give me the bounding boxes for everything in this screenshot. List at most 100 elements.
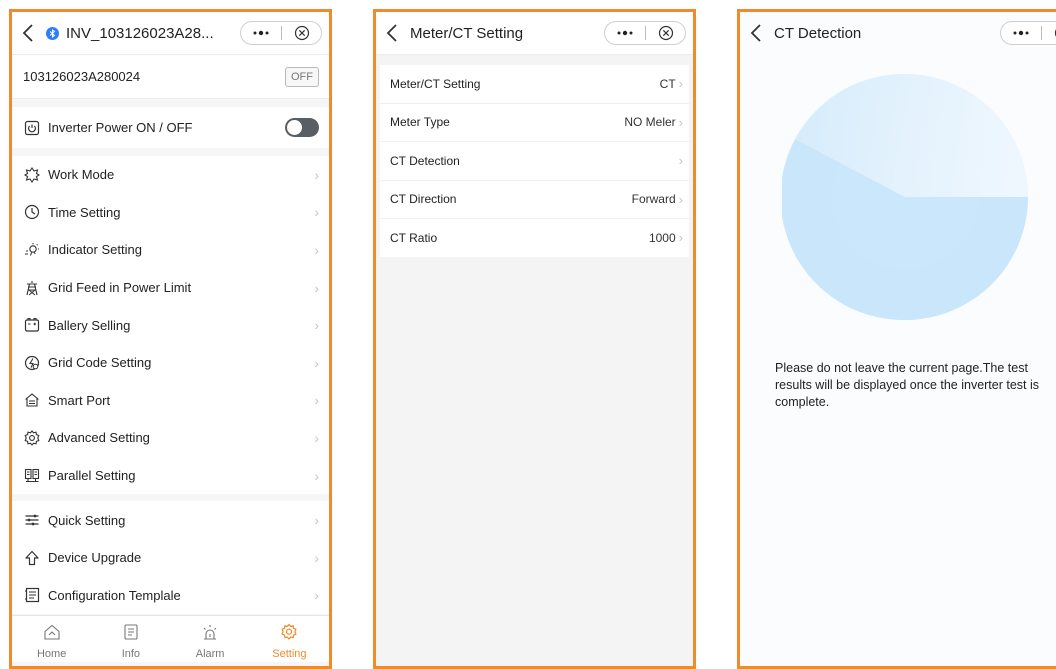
setting-label: CT Ratio	[390, 230, 438, 245]
gridcode-icon	[23, 354, 41, 372]
menu-item-device-upgrade[interactable]: Device Upgrade ›	[12, 539, 329, 577]
chevron-right-icon: ›	[314, 354, 319, 371]
setting-label: CT Direction	[390, 192, 457, 207]
menu-item-configuration-template[interactable]: Configuration Templale ›	[12, 577, 329, 615]
chevron-right-icon: ›	[314, 279, 319, 296]
menu-item-label: Indicator Setting	[48, 242, 142, 258]
clock-icon	[23, 203, 41, 221]
bluetooth-icon	[46, 26, 59, 40]
home-icon	[43, 623, 61, 646]
setting-value: NO Meler	[624, 115, 676, 130]
chevron-right-icon: ›	[314, 166, 319, 183]
setting-value: CT	[659, 76, 676, 91]
ct-detection-message: Please do not leave the current page.The…	[775, 361, 1040, 409]
tab-label: Alarm	[195, 648, 225, 660]
top-bar: INV_103126023A28...	[12, 12, 329, 55]
menu-item-label: Work Mode	[48, 167, 115, 183]
mini-program-capsule	[1000, 21, 1056, 45]
tab-label: Info	[121, 648, 141, 660]
setting-icon	[280, 623, 298, 646]
setting-label: Meter/CT Setting	[390, 76, 481, 91]
back-arrow-icon[interactable]	[22, 20, 44, 46]
tab-alarm[interactable]: Alarm	[171, 616, 250, 662]
settings-menu-secondary: Quick Setting › Device Upgrade › Configu…	[12, 501, 329, 615]
menu-item-work-mode[interactable]: Work Mode ›	[12, 156, 329, 194]
chevron-right-icon: ›	[678, 191, 683, 207]
setting-row-ct-ratio[interactable]: CT Ratio 1000 ›	[380, 219, 689, 257]
tab-setting[interactable]: Setting	[250, 616, 329, 662]
close-icon[interactable]	[1042, 25, 1056, 41]
back-arrow-icon[interactable]	[386, 20, 408, 46]
menu-item-smart-port[interactable]: Smart Port ›	[12, 382, 329, 420]
chevron-right-icon: ›	[314, 549, 319, 566]
setting-row-meter-type[interactable]: Meter Type NO Meler ›	[380, 104, 689, 142]
menu-item-advanced-setting[interactable]: Advanced Setting ›	[12, 419, 329, 457]
back-arrow-icon[interactable]	[750, 20, 772, 46]
chevron-right-icon: ›	[678, 230, 683, 246]
page-title: INV_103126023A28...	[66, 24, 214, 42]
power-icon	[23, 119, 41, 137]
bulb-icon	[23, 241, 41, 259]
chevron-right-icon: ›	[678, 114, 683, 130]
menu-item-label: Parallel Setting	[48, 468, 136, 484]
menu-item-label: Grid Feed in Power Limit	[48, 280, 192, 296]
chevron-right-icon: ›	[678, 76, 683, 92]
tab-home[interactable]: Home	[12, 616, 91, 662]
page-title: Meter/CT Setting	[410, 24, 524, 42]
off-status-badge[interactable]: OFF	[285, 66, 319, 87]
menu-item-label: Smart Port	[48, 392, 111, 408]
tab-info[interactable]: Info	[91, 616, 170, 662]
setting-label: CT Detection	[390, 153, 460, 168]
setting-value: 1000	[648, 230, 676, 245]
more-icon[interactable]	[605, 30, 645, 36]
ct-detection-screen: CT Detection Please do not leave the cur…	[737, 9, 1056, 669]
menu-item-label: Ballery Selling	[48, 317, 131, 333]
tab-label: Home	[36, 648, 67, 660]
ct-detection-radar	[780, 73, 1028, 321]
close-icon[interactable]	[646, 25, 685, 41]
device-serial: 103126023A280024	[23, 69, 141, 84]
menu-item-label: Configuration Templale	[48, 587, 181, 603]
menu-item-label: Quick Setting	[48, 512, 126, 528]
home-port-icon	[23, 391, 41, 409]
setting-row-ct-detection[interactable]: CT Detection ›	[380, 142, 689, 181]
menu-item-time-setting[interactable]: Time Setting ›	[12, 194, 329, 232]
chevron-right-icon: ›	[314, 241, 319, 258]
top-bar: Meter/CT Setting	[376, 12, 693, 55]
top-bar: CT Detection	[740, 12, 1056, 54]
setting-row-meter-ct[interactable]: Meter/CT Setting CT ›	[380, 65, 689, 104]
more-icon[interactable]	[241, 30, 281, 36]
mini-program-capsule	[604, 21, 686, 45]
info-icon	[122, 623, 140, 646]
close-icon[interactable]	[282, 25, 321, 41]
sun-icon	[23, 166, 41, 184]
menu-item-grid-feed[interactable]: Grid Feed in Power Limit ›	[12, 269, 329, 307]
battery-icon	[23, 316, 41, 334]
tower-icon	[23, 279, 41, 297]
inverter-settings-screen: INV_103126023A28... 103126023A280024 OFF…	[9, 9, 332, 669]
page-title: CT Detection	[774, 24, 862, 42]
inverter-power-toggle[interactable]	[285, 118, 319, 137]
menu-item-quick-setting[interactable]: Quick Setting ›	[12, 501, 329, 539]
mini-program-capsule	[240, 21, 322, 45]
inverter-power-label: Inverter Power ON / OFF	[48, 120, 193, 135]
chevron-right-icon: ›	[314, 392, 319, 409]
chevron-right-icon: ›	[678, 153, 683, 169]
setting-row-ct-direction[interactable]: CT Direction Forward ›	[380, 181, 689, 219]
chevron-right-icon: ›	[314, 429, 319, 446]
parallel-icon	[23, 467, 41, 485]
gear-icon	[23, 429, 41, 447]
alarm-icon	[201, 623, 219, 646]
toggle-knob	[287, 120, 302, 135]
chevron-right-icon: ›	[314, 204, 319, 221]
menu-item-battery-setting[interactable]: Ballery Selling ›	[12, 306, 329, 344]
chevron-right-icon: ›	[314, 317, 319, 334]
device-serial-row: 103126023A280024 OFF	[12, 55, 329, 99]
more-icon[interactable]	[1001, 30, 1041, 36]
menu-item-indicator-setting[interactable]: Indicator Setting ›	[12, 231, 329, 269]
chevron-right-icon: ›	[314, 512, 319, 529]
bottom-tab-bar: Home Info Alarm Setting	[12, 615, 329, 662]
settings-menu: Work Mode › Time Setting › Indicator Set…	[12, 156, 329, 495]
menu-item-grid-code[interactable]: Grid Code Setting ›	[12, 344, 329, 382]
menu-item-parallel-setting[interactable]: Parallel Setting ›	[12, 457, 329, 495]
